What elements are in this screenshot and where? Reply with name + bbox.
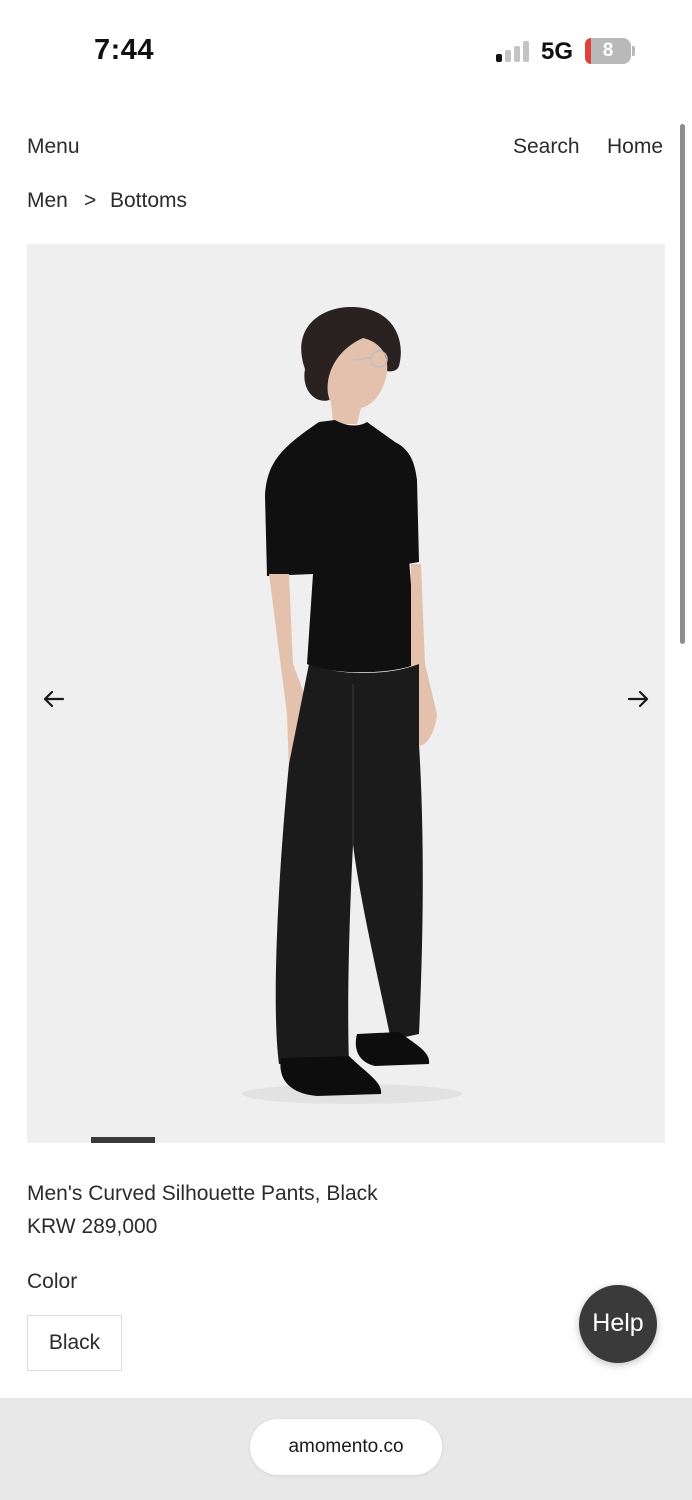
- arrow-left-icon[interactable]: [39, 684, 69, 714]
- color-label: Color: [27, 1270, 78, 1293]
- status-bar: 7:44 5G 8: [0, 0, 692, 100]
- color-option-black[interactable]: Black: [27, 1315, 122, 1371]
- network-type: 5G: [541, 38, 574, 65]
- signal-icon: [496, 40, 530, 62]
- arrow-right-icon[interactable]: [623, 684, 653, 714]
- battery-icon: 8: [585, 38, 631, 64]
- scrollbar[interactable]: [680, 124, 685, 644]
- search-link[interactable]: Search: [513, 135, 580, 159]
- gallery-progress-indicator: [90, 1137, 155, 1143]
- breadcrumb-item-bottoms[interactable]: Bottoms: [110, 189, 187, 213]
- help-button[interactable]: Help: [579, 1285, 657, 1363]
- product-price: KRW 289,000: [27, 1215, 158, 1238]
- browser-bottom-bar: amomento.co: [0, 1398, 692, 1500]
- product-gallery[interactable]: [27, 244, 665, 1143]
- battery-level: 8: [602, 40, 614, 61]
- product-photo: [242, 307, 462, 1104]
- breadcrumb-separator: >: [84, 189, 97, 212]
- battery-nub: [632, 46, 635, 56]
- url-bar[interactable]: amomento.co: [250, 1419, 442, 1475]
- home-link[interactable]: Home: [607, 135, 663, 159]
- status-time: 7:44: [94, 34, 155, 66]
- menu-link[interactable]: Menu: [27, 135, 80, 159]
- product-name: Men's Curved Silhouette Pants, Black: [27, 1182, 378, 1205]
- breadcrumb-item-men[interactable]: Men: [27, 189, 68, 213]
